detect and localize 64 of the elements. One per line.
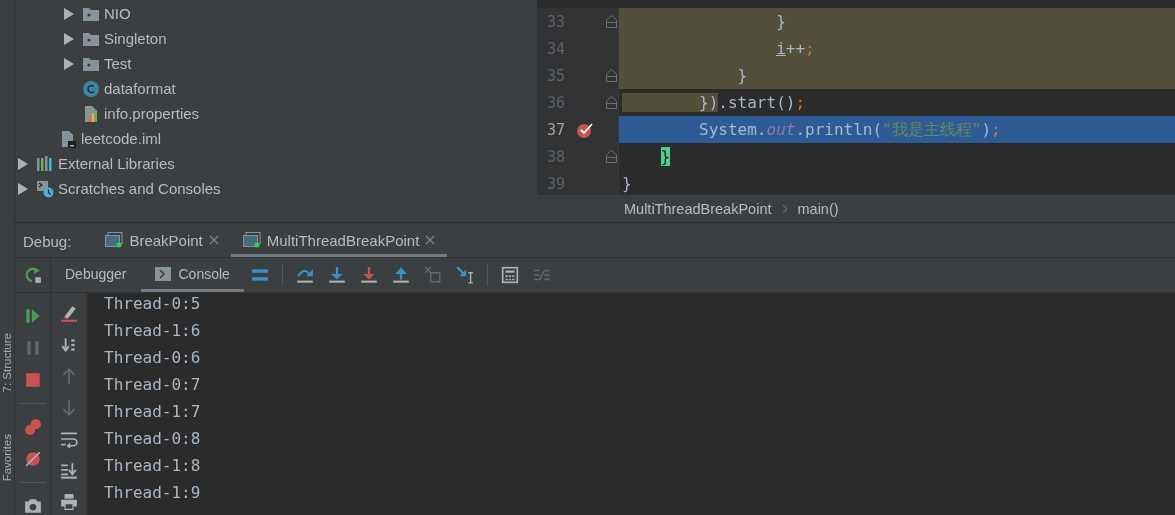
expand-arrow-icon[interactable] — [18, 182, 28, 195]
expand-arrow-icon[interactable] — [64, 7, 74, 20]
breadcrumb[interactable]: MultiThreadBreakPoint — [624, 200, 772, 217]
window-icon — [242, 232, 261, 248]
resume-icon[interactable] — [23, 307, 42, 325]
properties-file-icon — [82, 104, 100, 123]
console-line: Thread-0:5 — [104, 293, 202, 315]
window-icon — [105, 232, 124, 248]
chevron-icon — [781, 203, 788, 214]
scroll-to-end-icon[interactable] — [60, 461, 78, 480]
mute-breakpoints-icon[interactable] — [23, 450, 42, 468]
libraries-icon — [36, 154, 54, 173]
step-out-icon[interactable] — [391, 266, 410, 284]
fold-marker-icon[interactable] — [606, 69, 617, 82]
class-icon — [82, 79, 100, 98]
step-into-icon[interactable] — [327, 266, 346, 284]
session-tab[interactable]: MultiThreadBreakPoint — [230, 226, 448, 257]
debug-label: Debug: — [23, 233, 72, 250]
console-line: Thread-1:7 — [104, 401, 202, 423]
force-step-into-icon[interactable] — [359, 266, 378, 284]
scratches-icon — [36, 179, 54, 198]
console-line: Thread-0:7 — [104, 374, 202, 396]
stop-icon[interactable] — [23, 371, 42, 389]
camera-icon[interactable] — [23, 497, 42, 515]
line-number: 37 — [545, 120, 565, 139]
fold-marker-icon[interactable] — [606, 150, 617, 163]
run-to-cursor-icon[interactable] — [455, 266, 474, 284]
side-tab[interactable]: Favorites — [0, 434, 14, 482]
expand-arrow-icon[interactable] — [64, 32, 74, 45]
fold-marker-icon[interactable] — [606, 96, 617, 109]
layout-icon[interactable] — [250, 266, 269, 284]
tree-item[interactable]: External Libraries — [15, 151, 537, 176]
code-line: }).start(); — [619, 89, 1175, 116]
code-line: } — [621, 173, 633, 195]
wrap-icon[interactable] — [60, 430, 78, 448]
view-tab[interactable]: Debugger — [51, 258, 141, 292]
breadcrumb[interactable]: main() — [797, 200, 839, 217]
breakpoints-icon[interactable] — [23, 418, 42, 436]
rerun-icon[interactable] — [23, 266, 42, 284]
console-line: Thread-0:8 — [104, 428, 202, 450]
file-icon — [59, 129, 77, 148]
tree-item[interactable]: info.properties — [15, 101, 537, 126]
tree-item[interactable]: Singleton — [15, 26, 537, 51]
tree-item[interactable]: leetcode.iml — [15, 126, 537, 151]
eraser-icon[interactable] — [60, 304, 78, 322]
fold-marker-icon[interactable] — [606, 15, 617, 28]
tree-item[interactable]: Test — [15, 51, 537, 76]
side-tab[interactable]: 7: Structure — [0, 333, 14, 393]
expand-arrow-icon[interactable] — [18, 157, 28, 170]
console-icon — [154, 266, 171, 281]
tree-item[interactable]: Scratches and Consoles — [15, 176, 537, 201]
console-line: Thread-1:6 — [104, 320, 202, 342]
console-line: Thread-1:8 — [104, 455, 202, 477]
calculator-icon[interactable] — [500, 266, 519, 284]
printer-icon[interactable] — [60, 493, 78, 511]
console-line: Thread-1:9 — [104, 482, 202, 504]
session-tab[interactable]: BreakPoint — [93, 226, 231, 257]
tree-item[interactable]: NIO — [15, 1, 537, 26]
down-arrow-list-icon[interactable] — [60, 335, 78, 354]
console-line: Thread-0:6 — [104, 347, 202, 369]
close-icon[interactable] — [425, 235, 436, 245]
expand-arrow-icon[interactable] — [64, 57, 74, 70]
close-icon[interactable] — [208, 235, 219, 245]
tree-item[interactable]: dataformat — [15, 76, 537, 101]
